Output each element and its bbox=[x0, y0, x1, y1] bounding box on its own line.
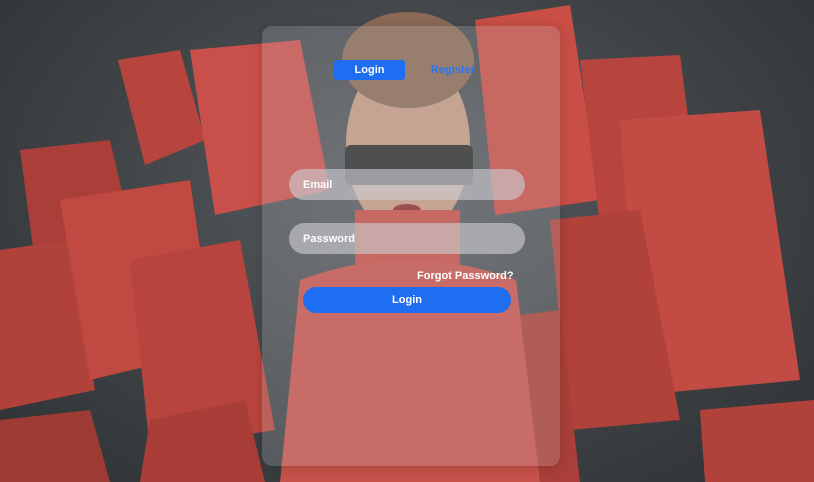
login-button[interactable]: Login bbox=[303, 287, 511, 313]
auth-tabs: Login Register bbox=[334, 60, 504, 80]
shopping-bag-shape bbox=[118, 50, 205, 165]
email-field[interactable] bbox=[289, 169, 525, 200]
shopping-bag-shape bbox=[700, 400, 814, 482]
forgot-password-link[interactable]: Forgot Password? bbox=[417, 270, 514, 282]
tab-login[interactable]: Login bbox=[334, 60, 405, 80]
login-card: Login Register Forgot Password? Login bbox=[262, 26, 560, 466]
password-field[interactable] bbox=[289, 223, 525, 254]
tab-register[interactable]: Register bbox=[422, 60, 484, 80]
login-page: Login Register Forgot Password? Login bbox=[0, 0, 814, 482]
shopping-bag-shape bbox=[0, 410, 110, 482]
